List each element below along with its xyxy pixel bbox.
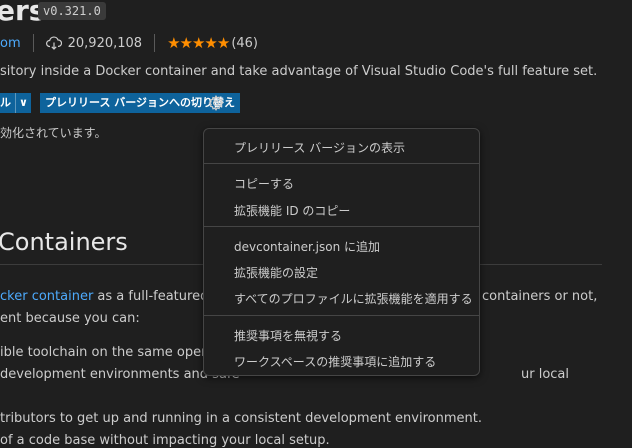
enabled-status-text: 効化されています。 bbox=[0, 126, 107, 140]
menu-separator bbox=[204, 226, 479, 227]
readme-paragraph: cker container as a full-featured dev bbox=[0, 289, 236, 304]
menu-item-add-to-devcontainer[interactable]: devcontainer.json に追加 bbox=[234, 238, 380, 255]
readme-heading: Containers bbox=[0, 228, 128, 256]
docker-container-link[interactable]: cker container bbox=[0, 289, 93, 304]
context-menu: プレリリース バージョンの表示 コピーする 拡張機能 ID のコピー devco… bbox=[203, 128, 480, 376]
menu-item-ignore-recommendation[interactable]: 推奨事項を無視する bbox=[234, 327, 342, 344]
menu-separator bbox=[204, 163, 479, 164]
list-item: of a code base without impacting your lo… bbox=[0, 433, 330, 448]
menu-item-copy-extension-id[interactable]: 拡張機能 ID のコピー bbox=[234, 202, 350, 219]
extension-meta-row: om 20,920,108 ★★★★★ (46) bbox=[0, 34, 258, 52]
extension-description: sitory inside a Docker container and tak… bbox=[0, 64, 598, 79]
menu-item-show-prerelease[interactable]: プレリリース バージョンの表示 bbox=[234, 139, 405, 156]
publisher-link[interactable]: om bbox=[0, 36, 21, 51]
cloud-download-icon bbox=[45, 36, 62, 50]
paragraph-text: ent because you can: bbox=[0, 311, 140, 326]
divider bbox=[32, 34, 34, 52]
version-badge: v0.321.0 bbox=[38, 2, 106, 20]
list-item: tributors to get up and running in a con… bbox=[0, 411, 482, 426]
install-split-button[interactable]: ル ∨ bbox=[0, 93, 31, 113]
list-item: ible toolchain on the same operatin bbox=[0, 345, 232, 360]
menu-item-extension-settings[interactable]: 拡張機能の設定 bbox=[234, 264, 318, 281]
menu-item-apply-all-profiles[interactable]: すべてのプロファイルに拡張機能を適用する bbox=[234, 290, 473, 307]
menu-separator bbox=[204, 315, 479, 316]
menu-item-add-workspace-recommendation[interactable]: ワークスペースの推奨事項に追加する bbox=[234, 353, 436, 370]
chevron-down-icon[interactable]: ∨ bbox=[16, 93, 31, 113]
paragraph-text: containers or not, bbox=[482, 289, 598, 304]
install-button[interactable]: ル bbox=[0, 93, 16, 113]
list-item-continued: ur local bbox=[521, 367, 570, 382]
install-count: 20,920,108 bbox=[67, 35, 143, 51]
divider bbox=[154, 34, 156, 52]
menu-item-copy[interactable]: コピーする bbox=[234, 175, 294, 192]
rating-count: (46) bbox=[231, 35, 258, 51]
rating-stars[interactable]: ★★★★★ bbox=[167, 34, 230, 52]
gear-icon[interactable] bbox=[207, 94, 225, 112]
